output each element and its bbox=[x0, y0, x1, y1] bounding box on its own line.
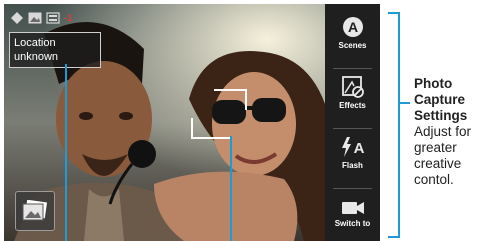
location-status: Location unknown bbox=[9, 32, 101, 68]
callout-bracket-spine bbox=[398, 12, 400, 238]
switch-to-video-button[interactable]: Switch to bbox=[325, 200, 380, 228]
location-line-1: Location bbox=[14, 37, 56, 49]
callout-bracket-top bbox=[388, 12, 400, 14]
scenes-label: Scenes bbox=[338, 41, 367, 50]
control-divider bbox=[333, 68, 372, 69]
callout-description-line: contol. bbox=[414, 172, 454, 187]
svg-text:A: A bbox=[353, 140, 364, 157]
scenes-icon: A bbox=[342, 17, 363, 37]
callout-title-line: Settings bbox=[414, 108, 468, 123]
effects-button[interactable]: Effects bbox=[325, 76, 380, 110]
callout-line-location bbox=[65, 64, 67, 241]
focus-bracket bbox=[191, 89, 247, 139]
switch-to-label: Switch to bbox=[334, 219, 371, 228]
control-divider bbox=[333, 128, 372, 129]
gallery-thumbnail-button[interactable] bbox=[15, 191, 55, 231]
callout-description-line: greater bbox=[414, 140, 457, 155]
gallery-thumbnail-icon bbox=[22, 200, 48, 221]
callout-line-focus bbox=[230, 136, 232, 241]
storage-icon bbox=[46, 12, 60, 24]
photo-capture-controls: A Scenes Effects A Flash Switch to bbox=[325, 4, 380, 241]
callout-description-line: Adjust for bbox=[414, 124, 472, 139]
scenes-button[interactable]: A Scenes bbox=[325, 16, 380, 50]
flash-icon: A bbox=[341, 137, 364, 157]
status-bar: -1 bbox=[10, 10, 72, 26]
location-line-2: unknown bbox=[14, 51, 59, 63]
video-camera-icon bbox=[341, 202, 364, 214]
photo-count-badge: -1 bbox=[64, 13, 73, 23]
control-divider bbox=[333, 188, 372, 189]
flash-button[interactable]: A Flash bbox=[325, 136, 380, 170]
effects-label: Effects bbox=[339, 101, 366, 110]
gallery-icon bbox=[28, 12, 42, 24]
location-icon bbox=[10, 12, 24, 24]
callout-bracket-bottom bbox=[388, 236, 400, 238]
svg-text:A: A bbox=[347, 19, 357, 35]
callout-title-line: Photo bbox=[414, 76, 453, 91]
camera-viewfinder[interactable]: -1 Location unknown bbox=[4, 4, 380, 241]
effects-icon bbox=[341, 76, 364, 98]
callout-bracket-pointer bbox=[400, 102, 410, 104]
flash-label: Flash bbox=[342, 161, 363, 170]
callout-annotation: Photo Capture Settings Adjust for greate… bbox=[414, 76, 484, 188]
callout-title-line: Capture bbox=[414, 92, 466, 107]
callout-description-line: creative bbox=[414, 156, 462, 171]
